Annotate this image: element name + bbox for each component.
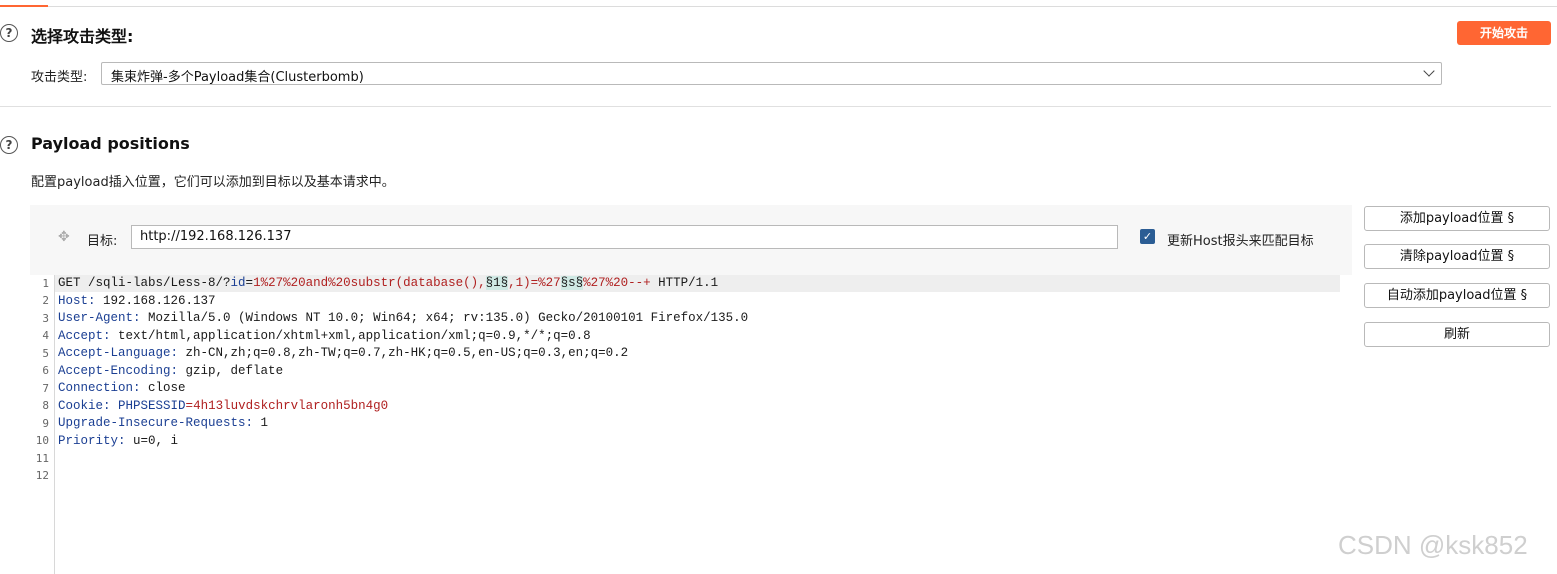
line-number: 6 [42, 364, 49, 377]
help-icon[interactable]: ? [0, 136, 18, 154]
attack-type-select[interactable]: 集束炸弹-多个Payload集合(Clusterbomb) [101, 62, 1442, 85]
tab-strip [0, 0, 1557, 7]
header-value: Mozilla/5.0 (Windows NT 10.0; Win64; x64… [140, 311, 749, 325]
request-line: GET /sqli-labs/Less-8/?id=1%27%20and%20s… [58, 275, 718, 292]
header-line: Accept-Encoding: gzip, deflate [58, 363, 284, 378]
header-line: Upgrade-Insecure-Requests: 1 [58, 416, 269, 430]
query-param-name: id [230, 276, 246, 290]
clear-payload-position-button[interactable]: 清除payload位置 § [1364, 244, 1550, 269]
header-value: text/html,application/xhtml+xml,applicat… [110, 328, 591, 343]
line-number: 5 [42, 347, 49, 360]
header-line: Accept: text/html,application/xhtml+xml,… [58, 328, 591, 343]
line-number: 12 [35, 469, 49, 482]
query-value-part: ,1)=%27 [508, 276, 561, 290]
payload-editor-panel: ✥ 目标: http://192.168.126.137 ✓ 更新Host报头来… [30, 205, 1352, 574]
header-value: zh-CN,zh;q=0.8,zh-TW;q=0.7,zh-HK;q=0.5,e… [178, 346, 629, 360]
request-editor[interactable]: 1 2 3 4 5 6 7 8 9 10 11 12 GET /sqli-lab… [30, 275, 1352, 574]
line-number: 10 [35, 434, 49, 447]
cookie-name: PHPSESSID [118, 398, 186, 413]
attack-type-value: 集束炸弹-多个Payload集合(Clusterbomb) [111, 70, 364, 85]
cookie-value: 4h13luvdskchrvlaronh5bn4g0 [193, 398, 389, 413]
header-name: User-Agent [58, 311, 134, 325]
start-attack-button[interactable]: 开始攻击 [1457, 21, 1551, 45]
line-number: 11 [35, 452, 49, 465]
line-number: 7 [42, 382, 49, 395]
header-value: u=0, i [125, 433, 179, 448]
line-number: 9 [42, 417, 49, 430]
payload-positions-description: 配置payload插入位置，它们可以添加到目标以及基本请求中。 [31, 175, 395, 190]
header-name: Priority [58, 433, 119, 448]
payload-positions-title: Payload positions [31, 134, 190, 153]
line-number: 2 [42, 294, 49, 307]
query-value-part: 1%27%20and%20substr(database(), [253, 276, 486, 290]
header-line: Accept-Language: zh-CN,zh;q=0.8,zh-TW;q=… [58, 346, 629, 360]
header-value: 192.168.126.137 [95, 293, 216, 308]
checkmark-icon: ✓ [1142, 230, 1153, 243]
query-value-part: %27%20--+ [583, 276, 651, 290]
header-line: Host: 192.168.126.137 [58, 293, 216, 308]
refresh-button[interactable]: 刷新 [1364, 322, 1550, 347]
header-line: User-Agent: Mozilla/5.0 (Windows NT 10.0… [58, 311, 749, 325]
attack-type-title: 选择攻击类型: [31, 27, 134, 46]
header-name: Accept-Language [58, 346, 171, 360]
add-payload-position-button[interactable]: 添加payload位置 § [1364, 206, 1550, 231]
attack-type-label: 攻击类型: [31, 70, 88, 85]
header-name: Accept [58, 328, 104, 343]
auto-add-payload-position-button[interactable]: 自动添加payload位置 § [1364, 283, 1550, 308]
header-name: Host [58, 293, 89, 308]
section-divider [0, 106, 1551, 107]
request-method-path: GET /sqli-labs/Less-8/? [58, 276, 231, 290]
line-number-gutter: 1 2 3 4 5 6 7 8 9 10 11 12 [30, 275, 55, 574]
header-name: Accept-Encoding [58, 363, 171, 378]
payload-marker[interactable]: §s§ [560, 276, 584, 290]
target-input[interactable]: http://192.168.126.137 [131, 225, 1118, 249]
header-line: Connection: close [58, 381, 186, 395]
cookie-line: Cookie: PHPSESSID=4h13luvdskchrvlaronh5b… [58, 398, 389, 413]
header-value: gzip, deflate [178, 363, 284, 378]
move-icon[interactable]: ✥ [58, 230, 72, 244]
active-tab-indicator[interactable] [0, 0, 48, 7]
header-value: 1 [253, 416, 269, 430]
watermark: CSDN @ksk852 [1338, 530, 1528, 560]
update-host-label: 更新Host报头来匹配目标 [1167, 234, 1314, 249]
payload-marker[interactable]: §1§ [485, 276, 509, 290]
header-value: close [140, 381, 186, 395]
target-label: 目标: [87, 234, 118, 249]
query-equals: = [245, 276, 254, 290]
line-number: 4 [42, 329, 49, 342]
header-name: Upgrade-Insecure-Requests [58, 416, 246, 430]
header-line: Priority: u=0, i [58, 433, 179, 448]
update-host-checkbox[interactable]: ✓ [1140, 229, 1155, 244]
line-number: 8 [42, 399, 49, 412]
help-icon[interactable]: ? [0, 24, 18, 42]
header-name: Connection [58, 381, 134, 395]
chevron-down-icon [1423, 65, 1435, 77]
target-row: ✥ 目标: http://192.168.126.137 ✓ 更新Host报头来… [30, 205, 1352, 269]
http-version: HTTP/1.1 [650, 276, 719, 290]
line-number: 1 [42, 277, 49, 290]
line-number: 3 [42, 312, 49, 325]
header-name: Cookie [58, 398, 104, 413]
